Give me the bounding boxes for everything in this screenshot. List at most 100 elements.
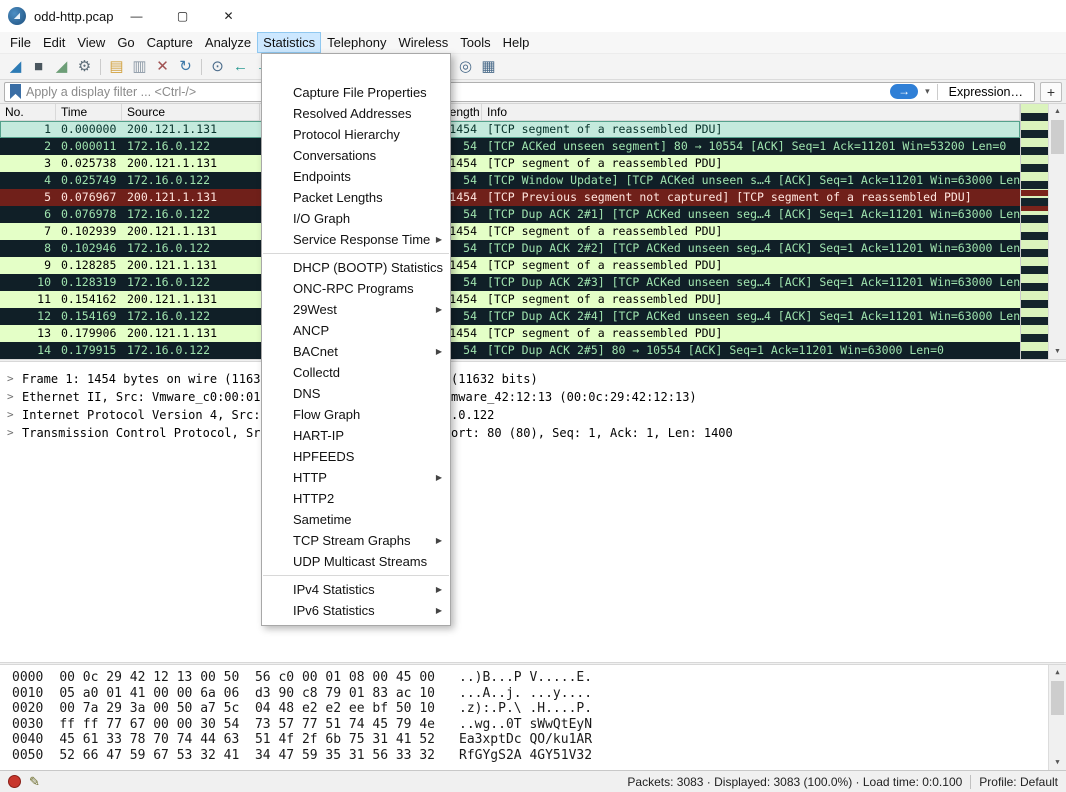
stats-menu-item-hpfeeds[interactable]: HPFEEDS [262,446,450,467]
detail-line[interactable]: >Frame 1: 1454 bytes on wire (11632 bi(1… [0,370,1066,388]
column-header-info[interactable]: Info [482,104,1020,120]
close-file-icon[interactable]: ✕ [151,55,174,79]
menu-analyze[interactable]: Analyze [199,32,257,53]
stats-menu-item-bacnet[interactable]: BACnet▶ [262,341,450,362]
packet-list-scrollbar[interactable]: ▲ ▼ [1048,104,1066,359]
scrollbar-thumb[interactable] [1051,120,1064,154]
expert-info-button[interactable] [8,775,21,788]
menu-edit[interactable]: Edit [37,32,71,53]
packet-row[interactable]: 30.025738200.121.1.1311454[TCP segment o… [0,155,1020,172]
apply-filter-button[interactable]: → [890,84,918,99]
stats-menu-item-http[interactable]: HTTP▶ [262,467,450,488]
expand-arrow-icon[interactable]: > [7,370,14,388]
expression-button[interactable]: Expression… [943,85,1029,99]
stats-menu-item-endpoints[interactable]: Endpoints [262,166,450,187]
hex-line[interactable]: 001005 a0 01 41 00 00 6a 06 d3 90 c8 79 … [0,686,1066,702]
menu-statistics[interactable]: Statistics [257,32,321,53]
hex-line[interactable]: 005052 66 47 59 67 53 32 41 34 47 59 35 … [0,748,1066,764]
menu-wireless[interactable]: Wireless [392,32,454,53]
stats-menu-item-ipv4-statistics[interactable]: IPv4 Statistics▶ [262,579,450,600]
menu-capture[interactable]: Capture [141,32,199,53]
reload-file-icon[interactable]: ↻ [174,55,197,79]
packet-row[interactable]: 60.076978172.16.0.12254[TCP Dup ACK 2#1]… [0,206,1020,223]
hex-pane-scrollbar[interactable]: ▲ ▼ [1048,665,1066,770]
stats-menu-item-ipv6-statistics[interactable]: IPv6 Statistics▶ [262,600,450,621]
stats-menu-item-29west[interactable]: 29West▶ [262,299,450,320]
scroll-down-icon[interactable]: ▼ [1049,344,1066,359]
stats-menu-item-tcp-stream-graphs[interactable]: TCP Stream Graphs▶ [262,530,450,551]
stats-menu-item-dns[interactable]: DNS [262,383,450,404]
stats-menu-item-conversations[interactable]: Conversations [262,145,450,166]
menu-telephony[interactable]: Telephony [321,32,392,53]
add-filter-button[interactable]: + [1040,82,1062,102]
packet-row[interactable]: 140.179915172.16.0.12254[TCP Dup ACK 2#5… [0,342,1020,359]
scroll-up-icon[interactable]: ▲ [1049,665,1066,680]
minimize-button[interactable]: — [114,0,160,32]
stats-menu-item-ancp[interactable]: ANCP [262,320,450,341]
stats-menu-item-sametime[interactable]: Sametime [262,509,450,530]
filter-bookmark-icon[interactable] [10,84,21,99]
display-filter-input[interactable]: Apply a display filter ... <Ctrl-/> → ▾ … [4,82,1035,102]
packet-row[interactable]: 10.000000200.121.1.1311454[TCP segment o… [0,121,1020,138]
filter-history-caret-icon[interactable]: ▾ [923,86,932,97]
packet-row[interactable]: 110.154162200.121.1.1311454[TCP segment … [0,291,1020,308]
stats-menu-item-i-o-graph[interactable]: I/O Graph [262,208,450,229]
column-header-source[interactable]: Source [122,104,260,120]
hex-line[interactable]: 0030ff ff 77 67 00 00 30 54 73 57 77 51 … [0,717,1066,733]
profile-selector[interactable]: Profile: Default [979,775,1058,789]
menu-tools[interactable]: Tools [454,32,496,53]
stats-menu-item-collectd[interactable]: Collectd [262,362,450,383]
capture-comment-icon[interactable]: ✎ [29,774,40,790]
go-back-icon[interactable]: ← [229,55,252,79]
packet-row[interactable]: 90.128285200.121.1.1311454[TCP segment o… [0,257,1020,274]
stats-menu-item-hart-ip[interactable]: HART-IP [262,425,450,446]
expand-arrow-icon[interactable]: > [7,424,14,442]
expand-arrow-icon[interactable]: > [7,388,14,406]
scroll-down-icon[interactable]: ▼ [1049,755,1066,770]
maximize-button[interactable]: ▢ [160,0,206,32]
restart-capture-icon[interactable]: ◢ [50,55,73,79]
menu-go[interactable]: Go [111,32,140,53]
packet-row[interactable]: 40.025749172.16.0.12254[TCP Window Updat… [0,172,1020,189]
capture-options-icon[interactable]: ⚙ [73,55,96,79]
stats-menu-item-protocol-hierarchy[interactable]: Protocol Hierarchy [262,124,450,145]
stop-capture-icon[interactable]: ■ [27,55,50,79]
start-capture-icon[interactable]: ◢ [4,55,27,79]
menu-file[interactable]: File [4,32,37,53]
stats-menu-item-dhcp-bootp-statistics[interactable]: DHCP (BOOTP) Statistics [262,257,450,278]
packet-row[interactable]: 120.154169172.16.0.12254[TCP Dup ACK 2#4… [0,308,1020,325]
detail-line[interactable]: >Ethernet II, Src: Vmware_c0:00:01 (00mw… [0,388,1066,406]
save-file-icon[interactable]: ▥ [128,55,151,79]
hex-line[interactable]: 000000 0c 29 42 12 13 00 50 56 c0 00 01 … [0,670,1066,686]
expand-arrow-icon[interactable]: > [7,406,14,424]
scrollbar-thumb[interactable] [1051,681,1064,715]
packet-row[interactable]: 50.076967200.121.1.1311454[TCP Previous … [0,189,1020,206]
intelligent-scrollbar-minimap[interactable] [1020,104,1048,359]
stats-menu-item-capture-file-properties[interactable]: Capture File Properties [262,82,450,103]
detail-line[interactable]: >Transmission Control Protocol, Src Poor… [0,424,1066,442]
find-packet-icon[interactable]: ⊙ [206,55,229,79]
packet-row[interactable]: 20.000011172.16.0.12254[TCP ACKed unseen… [0,138,1020,155]
hex-line[interactable]: 004045 61 33 78 70 74 44 63 51 4f 2f 6b … [0,732,1066,748]
zoom-reset-icon[interactable]: ◎ [454,55,477,79]
stats-menu-item-flow-graph[interactable]: Flow Graph [262,404,450,425]
stats-menu-item-http2[interactable]: HTTP2 [262,488,450,509]
packet-row[interactable]: 100.128319172.16.0.12254[TCP Dup ACK 2#3… [0,274,1020,291]
packet-row[interactable]: 70.102939200.121.1.1311454[TCP segment o… [0,223,1020,240]
resize-columns-icon[interactable]: ▦ [477,55,500,79]
scroll-up-icon[interactable]: ▲ [1049,104,1066,119]
menu-help[interactable]: Help [497,32,536,53]
stats-menu-item-onc-rpc-programs[interactable]: ONC-RPC Programs [262,278,450,299]
stats-menu-item-packet-lengths[interactable]: Packet Lengths [262,187,450,208]
stats-menu-item-udp-multicast-streams[interactable]: UDP Multicast Streams [262,551,450,572]
packet-row[interactable]: 80.102946172.16.0.12254[TCP Dup ACK 2#2]… [0,240,1020,257]
detail-line[interactable]: >Internet Protocol Version 4, Src: 200.0… [0,406,1066,424]
hex-line[interactable]: 002000 7a 29 3a 00 50 a7 5c 04 48 e2 e2 … [0,701,1066,717]
column-header-no[interactable]: No. [0,104,56,120]
column-header-time[interactable]: Time [56,104,122,120]
open-file-icon[interactable]: ▤ [105,55,128,79]
packet-row[interactable]: 130.179906200.121.1.1311454[TCP segment … [0,325,1020,342]
stats-menu-item-service-response-time[interactable]: Service Response Time▶ [262,229,450,250]
menu-view[interactable]: View [71,32,111,53]
stats-menu-item-resolved-addresses[interactable]: Resolved Addresses [262,103,450,124]
